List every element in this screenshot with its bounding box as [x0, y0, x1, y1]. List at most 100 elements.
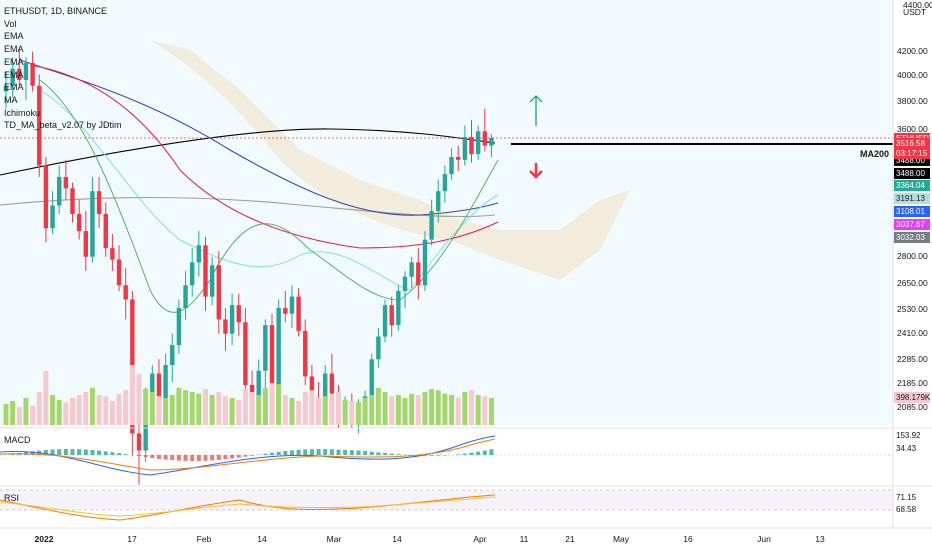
macd-histogram-bar — [283, 451, 288, 455]
legend-item[interactable]: EMA — [4, 56, 122, 69]
macd-histogram-bar — [376, 452, 381, 455]
legend-item[interactable]: Vol — [4, 18, 122, 31]
volume-bar — [129, 365, 135, 425]
candle-body — [209, 265, 215, 297]
candle-body — [469, 137, 474, 155]
candle-body — [203, 245, 208, 297]
volume-bar — [203, 389, 208, 425]
macd-histogram-bar — [183, 455, 188, 461]
rsi-value-2: 68.58 — [896, 505, 917, 514]
time-tick-label: 17 — [127, 534, 137, 544]
candle-body — [482, 131, 487, 146]
macd-histogram-bar — [476, 451, 481, 455]
legend-item[interactable]: MA — [4, 94, 122, 107]
macd-histogram-bar — [243, 455, 248, 457]
candle-body — [123, 285, 128, 300]
candle-body — [396, 290, 401, 326]
legend-item[interactable]: Ichimoku — [4, 107, 122, 120]
macd-histogram-bar — [57, 449, 62, 455]
macd-histogram-bar — [216, 455, 221, 460]
macd-histogram-bar — [137, 455, 141, 457]
ma200-annotation: MA200 — [860, 149, 890, 159]
candle-body — [449, 156, 454, 175]
macd-histogram-bar — [110, 452, 115, 455]
volume-bar — [149, 392, 155, 425]
volume-bar — [10, 401, 16, 425]
candle-body — [136, 433, 142, 451]
candle-body — [416, 262, 421, 286]
macd-histogram-bar — [263, 453, 268, 455]
macd-histogram-bar — [462, 453, 467, 455]
chart-canvas[interactable] — [0, 0, 932, 550]
macd-histogram-bar — [190, 455, 195, 461]
volume-bar — [176, 387, 182, 425]
candle-body — [283, 308, 288, 314]
volume-bar — [482, 396, 488, 425]
volume-bar — [262, 387, 268, 425]
time-tick-label: Jun — [757, 534, 771, 544]
macd-histogram-bar — [329, 449, 334, 455]
candle-body — [289, 296, 295, 314]
volume-label: 398.179K — [894, 392, 931, 403]
candle-body — [475, 131, 481, 155]
candle-body — [190, 262, 195, 286]
macd-histogram-bar — [323, 449, 328, 455]
macd-histogram-bar — [363, 451, 368, 455]
volume-bar — [309, 390, 315, 425]
volume-bar — [76, 395, 82, 425]
volume-bar — [289, 398, 295, 425]
price-label: 3108.01 — [894, 206, 930, 217]
macd-value-2: 34.43 — [896, 444, 917, 453]
legend-item[interactable]: EMA — [4, 43, 122, 56]
legend-item[interactable]: EMA — [4, 81, 122, 94]
macd-label[interactable]: MACD — [4, 435, 31, 445]
volume-bar — [136, 374, 142, 425]
candle-body — [223, 319, 228, 334]
volume-bar — [216, 392, 222, 425]
price-tick-label: 3800.00 — [897, 96, 928, 106]
time-tick-label: 11 — [519, 534, 529, 544]
volume-bar — [163, 398, 169, 425]
rsi-label[interactable]: RSI — [4, 493, 19, 503]
volume-bar — [89, 387, 95, 425]
macd-histogram-bar — [156, 455, 161, 459]
candle-body — [489, 137, 494, 146]
volume-bar — [189, 392, 195, 425]
time-tick-label: Mar — [326, 534, 342, 544]
price-tick-label: 2650.00 — [897, 278, 928, 288]
candle-body — [402, 276, 408, 291]
macd-histogram-bar — [383, 453, 388, 455]
candle-body — [276, 308, 281, 394]
macd-histogram-bar — [482, 450, 487, 455]
chart-title[interactable]: ETHUSDT, 1D, BINANCE — [4, 5, 122, 18]
volume-bar — [475, 395, 481, 425]
macd-histogram-bar — [163, 455, 168, 460]
volume-bar — [43, 371, 49, 425]
volume-bar — [3, 404, 9, 425]
candle-body — [456, 156, 461, 160]
volume-bar — [389, 396, 395, 425]
legend-item[interactable]: EMA — [4, 69, 122, 82]
volume-bar — [336, 392, 341, 425]
volume-bar — [296, 401, 302, 425]
macd-histogram-bar — [83, 449, 88, 455]
volume-bar — [276, 384, 282, 425]
volume-bar — [143, 389, 149, 425]
price-label: 3037.67 — [894, 219, 930, 230]
macd-histogram-bar — [103, 451, 108, 455]
volume-bar — [236, 399, 242, 425]
candle-body — [303, 330, 308, 377]
price-tick-label: 2410.00 — [897, 328, 928, 338]
candle-body — [96, 191, 102, 214]
volume-bar — [429, 389, 435, 425]
price-label: 3488.00 — [894, 168, 930, 179]
candle-body — [116, 259, 122, 286]
legend-item[interactable]: TD_MA_beta_v2.07 by JDtim — [4, 119, 122, 132]
volume-bar — [229, 398, 235, 425]
legend-item[interactable]: EMA — [4, 30, 122, 43]
macd-histogram-bar — [389, 453, 394, 455]
volume-bar — [70, 398, 75, 425]
candle-body — [183, 285, 188, 309]
time-tick-label: 14 — [257, 534, 267, 544]
macd-histogram-bar — [369, 451, 374, 455]
